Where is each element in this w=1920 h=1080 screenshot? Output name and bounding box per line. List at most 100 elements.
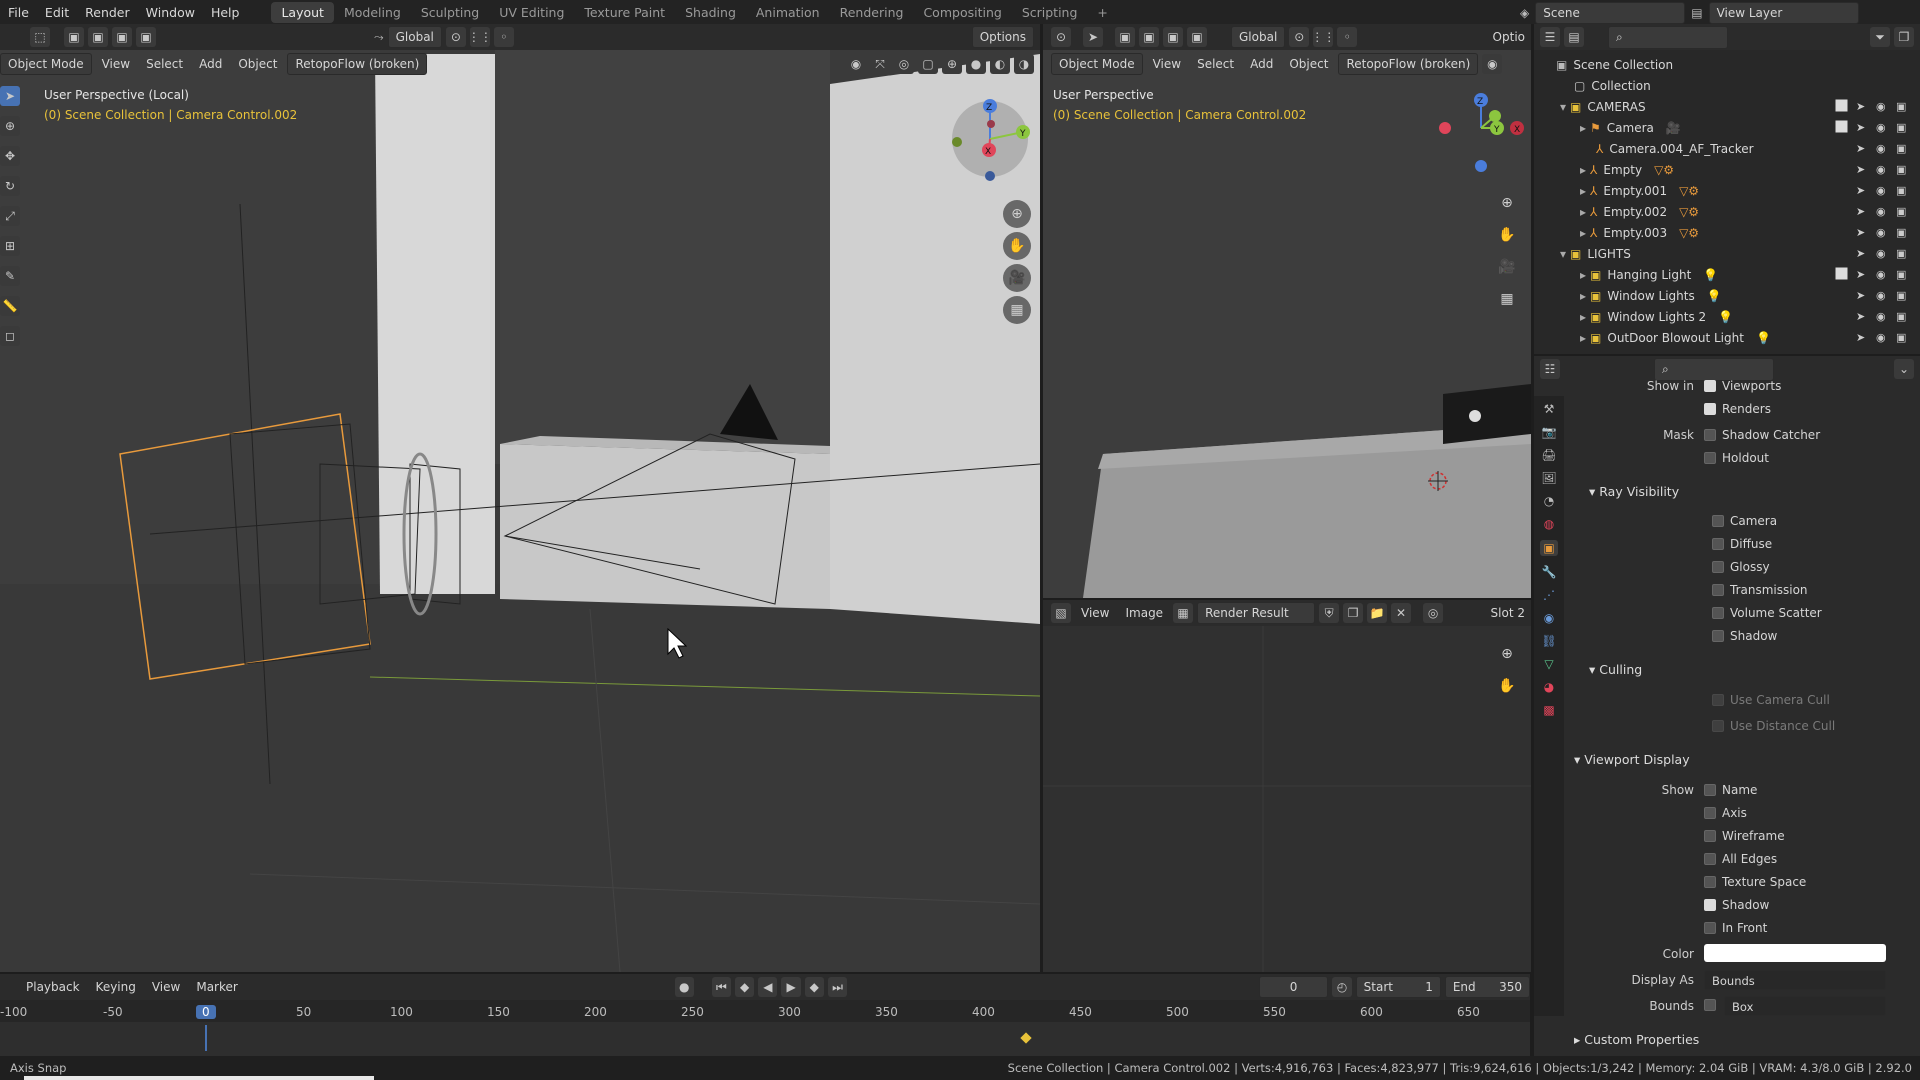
object-menu-right[interactable]: Object bbox=[1283, 54, 1334, 74]
tab-rendering[interactable]: Rendering bbox=[830, 2, 914, 23]
shading-material-icon[interactable]: ◐ bbox=[990, 54, 1010, 74]
exclude-checkbox[interactable] bbox=[1835, 267, 1848, 280]
retopoflow-dropdown[interactable]: RetopoFlow (broken) bbox=[287, 53, 428, 75]
selectable-icon[interactable]: ➤ bbox=[1856, 268, 1865, 281]
display-wireframe-checkbox[interactable]: Wireframe bbox=[1704, 829, 1785, 843]
checkbox-ray[interactable] bbox=[1712, 561, 1724, 573]
render-visibility-icon[interactable]: ▣ bbox=[1896, 310, 1906, 323]
checkbox-cull[interactable] bbox=[1712, 720, 1724, 732]
add-workspace-button[interactable]: + bbox=[1087, 2, 1117, 23]
eye-icon[interactable]: ◉ bbox=[1876, 226, 1886, 239]
shading-rendered-icon[interactable]: ◑ bbox=[1014, 54, 1034, 74]
render-tab-icon[interactable]: 📷 bbox=[1542, 425, 1557, 439]
camera-view-icon[interactable]: 🎥 bbox=[1003, 264, 1031, 292]
checkbox-cull[interactable] bbox=[1712, 694, 1724, 706]
color-swatch[interactable] bbox=[1704, 944, 1886, 962]
keying-menu[interactable]: Keying bbox=[90, 977, 142, 997]
properties-search-input[interactable]: ⌕ bbox=[1654, 357, 1774, 381]
render-visibility-icon[interactable]: ▣ bbox=[1896, 268, 1906, 281]
culling-panel[interactable]: ▾ Culling bbox=[1589, 662, 1642, 677]
record-icon[interactable]: ● bbox=[674, 977, 694, 997]
select-extend-icon[interactable]: ▣ bbox=[88, 27, 108, 47]
eye-icon[interactable]: ◉ bbox=[1876, 142, 1886, 155]
visibility-icon[interactable]: ◉ bbox=[846, 54, 866, 74]
select-menu-right[interactable]: Select bbox=[1191, 54, 1240, 74]
display-name-checkbox[interactable]: Name bbox=[1704, 783, 1757, 797]
use-camera-cull-checkbox[interactable]: Use Camera Cull bbox=[1712, 693, 1830, 707]
selectable-icon[interactable]: ➤ bbox=[1856, 121, 1865, 134]
image-menu[interactable]: Image bbox=[1119, 603, 1169, 623]
render-visibility-icon[interactable]: ▣ bbox=[1896, 163, 1906, 176]
editor-type-icon[interactable]: ⊙ bbox=[1051, 27, 1071, 47]
annotate-tool-icon[interactable]: ✎ bbox=[0, 266, 20, 286]
options-right-dropdown[interactable]: Optio bbox=[1487, 27, 1531, 47]
exclude-checkbox[interactable] bbox=[1836, 142, 1847, 153]
holdout-checkbox[interactable]: Holdout bbox=[1704, 451, 1769, 465]
navigation-gizmo-right[interactable]: Z Y X bbox=[1439, 86, 1529, 176]
perspective-grid-right-icon[interactable]: ▦ bbox=[1493, 285, 1521, 313]
zoom-right-icon[interactable]: ⊕ bbox=[1493, 189, 1521, 217]
ray-volume-scatter-checkbox[interactable]: Volume Scatter bbox=[1712, 606, 1822, 620]
eye-icon[interactable]: ◉ bbox=[1876, 100, 1886, 113]
shading-solid-icon[interactable]: ● bbox=[966, 54, 986, 74]
tab-modeling[interactable]: Modeling bbox=[334, 2, 411, 23]
view-layer-tab-icon[interactable]: 🖼 bbox=[1541, 471, 1556, 485]
expand-arrow-icon[interactable]: ▸ bbox=[1580, 310, 1586, 324]
menu-edit[interactable]: Edit bbox=[37, 5, 77, 20]
expand-arrow-icon[interactable]: ▸ bbox=[1580, 289, 1586, 303]
select-subtract-icon[interactable]: ▣ bbox=[112, 27, 132, 47]
render-visibility-icon[interactable]: ▣ bbox=[1896, 331, 1906, 344]
select-tool-right-icon[interactable]: ➤ bbox=[1083, 27, 1103, 47]
xray-icon[interactable]: ▢ bbox=[918, 54, 938, 74]
eye-icon[interactable]: ◉ bbox=[1876, 310, 1886, 323]
tab-sculpting[interactable]: Sculpting bbox=[411, 2, 489, 23]
gizmo-toggle-icon[interactable]: ⤧ bbox=[870, 54, 890, 74]
selectable-icon[interactable]: ➤ bbox=[1856, 205, 1865, 218]
transform-tool-icon[interactable]: ⊞ bbox=[0, 236, 20, 256]
zoom-icon[interactable]: ⊕ bbox=[1003, 200, 1031, 228]
render-visibility-icon[interactable]: ▣ bbox=[1896, 184, 1906, 197]
selectable-icon[interactable]: ➤ bbox=[1856, 226, 1865, 239]
exclude-checkbox[interactable] bbox=[1836, 289, 1847, 300]
expand-arrow-icon[interactable]: ▸ bbox=[1580, 268, 1586, 282]
render-visibility-icon[interactable]: ▣ bbox=[1896, 289, 1906, 302]
measure-tool-icon[interactable]: 📏 bbox=[0, 296, 20, 316]
tab-scripting[interactable]: Scripting bbox=[1012, 2, 1088, 23]
display-shadow-checkbox[interactable]: Shadow bbox=[1704, 898, 1769, 912]
selectable-icon[interactable]: ➤ bbox=[1856, 310, 1865, 323]
move-tool-icon[interactable]: ✥ bbox=[0, 146, 20, 166]
new-collection-icon[interactable]: ❐ bbox=[1894, 27, 1914, 47]
perspective-grid-icon[interactable]: ▦ bbox=[1003, 296, 1031, 324]
bounds-checkbox[interactable] bbox=[1704, 999, 1716, 1011]
retopoflow-right-dropdown[interactable]: RetopoFlow (broken) bbox=[1338, 53, 1479, 75]
proportional-icon[interactable]: ◦ bbox=[493, 27, 514, 47]
camera-view-right-icon[interactable]: 🎥 bbox=[1493, 253, 1521, 281]
display-all-edges-checkbox[interactable]: All Edges bbox=[1704, 852, 1777, 866]
playback-menu[interactable]: Playback bbox=[20, 977, 86, 997]
jump-end-icon[interactable]: ⏭ bbox=[827, 977, 848, 997]
checkbox-ray[interactable] bbox=[1712, 607, 1724, 619]
expand-arrow-icon[interactable]: ▸ bbox=[1580, 184, 1586, 198]
image-pan-icon[interactable]: ✋ bbox=[1493, 672, 1521, 700]
expand-arrow-icon[interactable]: ▸ bbox=[1580, 331, 1586, 345]
ray-visibility-panel[interactable]: ▾ Ray Visibility bbox=[1589, 484, 1679, 499]
viewport-right[interactable]: ⊙ ➤ ▣ ▣ ▣ ▣ Global ⊙ ⋮⋮ ◦ Optio Object M… bbox=[1043, 24, 1531, 598]
custom-properties-panel[interactable]: ▸ Custom Properties bbox=[1574, 1032, 1699, 1047]
object-mode-right-dropdown[interactable]: Object Mode bbox=[1051, 53, 1143, 75]
checkbox-viewports[interactable] bbox=[1704, 380, 1716, 392]
render-visibility-icon[interactable]: ▣ bbox=[1896, 121, 1906, 134]
checkbox-display[interactable] bbox=[1704, 830, 1716, 842]
image-zoom-icon[interactable]: ⊕ bbox=[1493, 640, 1521, 668]
eye-icon[interactable]: ◉ bbox=[1876, 247, 1886, 260]
object-tab-icon[interactable]: ▣ bbox=[1540, 540, 1558, 556]
output-tab-icon[interactable]: 🖨 bbox=[1541, 448, 1556, 462]
image-editor-type-icon[interactable]: ▧ bbox=[1051, 603, 1071, 623]
eye-icon[interactable]: ◉ bbox=[1876, 121, 1886, 134]
render-slot-dropdown[interactable]: Slot 2 bbox=[1485, 603, 1531, 623]
checkbox-bounds[interactable] bbox=[1704, 999, 1716, 1011]
pivot-icon[interactable]: ⊙ bbox=[445, 27, 466, 47]
select-invert-icon[interactable]: ▣ bbox=[136, 27, 156, 47]
select-mode-right-icon[interactable]: ▣ bbox=[1115, 27, 1135, 47]
timeline[interactable]: Playback Keying View Marker ● ⏮ ◆ ◀ ▶ ◆ … bbox=[0, 974, 1530, 1056]
viewports-checkbox[interactable]: Viewports bbox=[1704, 379, 1781, 393]
